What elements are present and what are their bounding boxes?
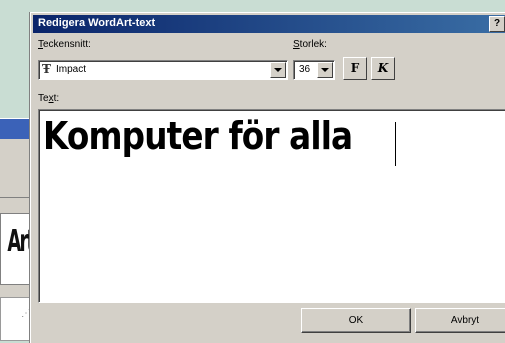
ok-button[interactable]: OK <box>301 308 411 333</box>
chevron-down-icon <box>321 68 329 72</box>
font-label: Teckensnitt: <box>38 39 91 50</box>
chevron-down-icon <box>274 68 282 72</box>
bold-button[interactable]: F <box>343 57 367 80</box>
size-label: Storlek: <box>293 39 327 50</box>
size-dropdown-button[interactable] <box>317 62 333 78</box>
italic-button[interactable]: K <box>371 57 395 80</box>
truetype-icon: Ŧ <box>42 62 51 76</box>
size-select-value: 36 <box>299 64 311 75</box>
dialog-titlebar: Redigera WordArt-text ? <box>33 15 505 33</box>
font-select[interactable]: Ŧ Impact <box>38 60 288 80</box>
background-window-panel <box>0 141 34 198</box>
help-icon: ? <box>493 18 501 29</box>
dialog-title: Redigera WordArt-text <box>38 17 156 29</box>
wordart-text-value: Komputer för alla <box>43 114 353 158</box>
font-dropdown-button[interactable] <box>270 62 286 78</box>
size-select[interactable]: 36 <box>293 60 335 80</box>
help-button[interactable]: ? <box>489 16 505 32</box>
font-select-value: Impact <box>56 64 87 75</box>
edit-wordart-dialog: Redigera WordArt-text ? Teckensnitt: Sto… <box>30 12 505 343</box>
wordart-text-input[interactable]: Komputer för alla <box>38 109 505 303</box>
text-label: Text: <box>38 93 60 104</box>
cancel-button[interactable]: Avbryt <box>415 308 505 333</box>
text-caret <box>395 122 396 166</box>
